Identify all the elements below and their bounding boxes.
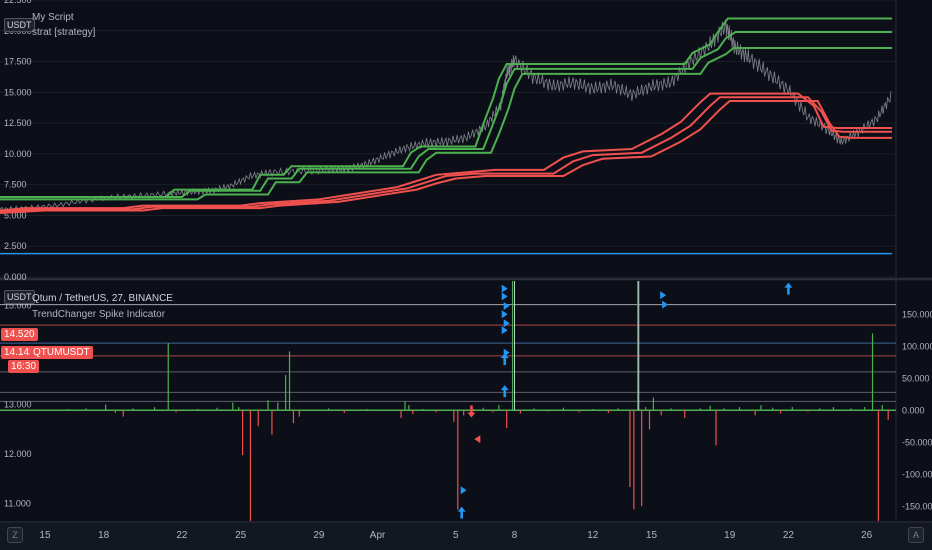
top-y-tick-label: 10.000 bbox=[4, 149, 32, 159]
bottom-right-tick-label: -100.000 bbox=[902, 469, 932, 479]
symbol-badge: QTUMUSDT bbox=[30, 346, 93, 359]
top-currency-label[interactable]: USDT bbox=[4, 18, 35, 32]
top-pane-title-1: My Script bbox=[32, 12, 74, 23]
x-tick-label: 15 bbox=[646, 530, 658, 541]
symbol-title: Qtum / TetherUS, 27, BINANCE bbox=[32, 293, 173, 304]
chart-svg[interactable]: 0.0002.5005.0007.50010.00012.50015.00017… bbox=[0, 0, 932, 550]
top-y-tick-label: 0.000 bbox=[4, 272, 27, 282]
x-tick-label: 22 bbox=[783, 530, 795, 541]
time-badge: 16:30 bbox=[8, 360, 40, 373]
bottom-left-tick-label: 12.000 bbox=[4, 449, 32, 459]
top-y-tick-label: 15.000 bbox=[4, 87, 32, 97]
x-tick-label: 15 bbox=[39, 530, 51, 541]
x-tick-label: Apr bbox=[370, 530, 386, 541]
indicator-title[interactable]: TrendChanger Spike Indicator bbox=[32, 309, 165, 320]
price-badge-a: 14.520 bbox=[1, 328, 38, 341]
bottom-right-tick-label: 150.000 bbox=[902, 309, 932, 319]
timezone-icon[interactable]: Z bbox=[7, 527, 23, 543]
top-y-tick-label: 7.500 bbox=[4, 180, 27, 190]
bottom-left-tick-label: 11.000 bbox=[4, 499, 31, 509]
x-tick-label: 18 bbox=[98, 530, 110, 541]
x-tick-label: 22 bbox=[176, 530, 188, 541]
top-y-tick-label: 17.500 bbox=[4, 57, 32, 67]
bottom-right-tick-label: 50.000 bbox=[902, 373, 930, 383]
bottom-right-tick-label: -150.000 bbox=[902, 501, 932, 511]
x-tick-label: 12 bbox=[587, 530, 599, 541]
x-tick-label: 25 bbox=[235, 530, 247, 541]
bottom-right-tick-label: 100.000 bbox=[902, 341, 932, 351]
chart-stage: 0.000 2.500 5.000 7.500 10.000 12.500 15.000 17… bbox=[0, 0, 932, 550]
top-y-tick-label: 12.500 bbox=[4, 118, 32, 128]
bottom-right-tick-label: 0.000 bbox=[902, 405, 925, 415]
x-tick-label: 19 bbox=[724, 530, 736, 541]
x-tick-label: 8 bbox=[512, 530, 518, 541]
top-y-tick-label: 22.500 bbox=[4, 0, 32, 5]
top-pane-title-2: strat [strategy] bbox=[32, 27, 96, 38]
x-tick-label: 29 bbox=[313, 530, 325, 541]
x-tick-label: 26 bbox=[861, 530, 873, 541]
top-y-tick-label: 2.500 bbox=[4, 241, 27, 251]
bottom-right-tick-label: -50.000 bbox=[902, 437, 932, 447]
x-tick-label: 5 bbox=[453, 530, 459, 541]
auto-scale-icon[interactable]: A bbox=[908, 527, 924, 543]
bottom-currency-label[interactable]: USDT bbox=[4, 290, 35, 304]
